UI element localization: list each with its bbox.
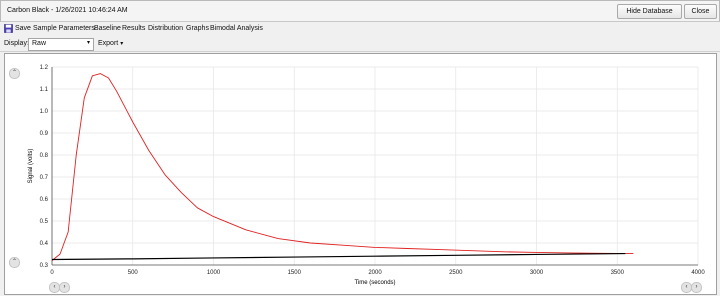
menu-save[interactable]: Save: [15, 25, 31, 32]
display-select-value: Raw: [32, 40, 47, 47]
menu-results[interactable]: Results: [122, 25, 145, 32]
menu-graphs[interactable]: Graphs: [186, 25, 209, 32]
menu-bar: Save Sample Parameters Baseline Results …: [0, 22, 720, 36]
x-tick-label: 1500: [288, 270, 302, 276]
y-tick-label: 1.1: [40, 87, 49, 93]
export-caret-icon: ▾: [120, 41, 124, 47]
chart-panel: 0 500 1000 1500 2000 2500 3000 3500 4000 0.3 0.4 0.…: [4, 53, 717, 295]
close-button[interactable]: Close: [684, 4, 717, 19]
chart-series: [51, 73, 634, 261]
x-axis-label: Time (seconds): [354, 280, 395, 286]
y-tick-label: 0.8: [40, 153, 49, 159]
y-tick-label: 1.0: [40, 109, 49, 115]
y-zoom-top-icon[interactable]: ⌃: [9, 68, 20, 79]
y-tick-label: 0.3: [40, 263, 49, 269]
export-menu[interactable]: Export ▾: [98, 40, 123, 47]
display-select[interactable]: Raw ▾: [28, 38, 94, 51]
y-tick-label: 0.4: [40, 241, 49, 247]
x-tick-label: 1000: [207, 270, 221, 276]
toolbar: Display: Raw ▾ Export ▾: [0, 37, 720, 52]
x-tick-label: 3000: [530, 270, 544, 276]
menu-baseline[interactable]: Baseline: [94, 25, 121, 32]
hide-database-button[interactable]: Hide Database: [617, 4, 682, 19]
series-line-1: [51, 252, 626, 261]
x-tick-label: 3500: [611, 270, 625, 276]
y-tick-label: 0.7: [40, 175, 49, 181]
chart-grid: [51, 66, 699, 266]
y-axis-label: Signal (volts): [28, 149, 34, 184]
series-line-0: [51, 73, 634, 261]
x-end-right-icon[interactable]: ›: [691, 282, 702, 293]
x-tick-label: 2500: [449, 270, 463, 276]
menu-distribution[interactable]: Distribution: [148, 25, 183, 32]
x-tick-label: 500: [128, 270, 139, 276]
y-zoom-bottom-icon[interactable]: ⌃: [9, 257, 20, 268]
dropdown-arrow-icon: ▾: [86, 40, 90, 46]
y-tick-label: 0.6: [40, 197, 49, 203]
x-tick-label: 0: [50, 270, 54, 276]
menu-sample-parameters[interactable]: Sample Parameters: [33, 25, 95, 32]
y-tick-label: 0.5: [40, 219, 49, 225]
x-scroll-right-icon[interactable]: ›: [59, 282, 70, 293]
x-tick-label: 2000: [368, 270, 382, 276]
x-tick-label: 4000: [691, 270, 705, 276]
save-icon[interactable]: [4, 24, 13, 33]
signal-chart: 0 500 1000 1500 2000 2500 3000 3500 4000 0.3 0.4 0.…: [28, 65, 706, 286]
display-label: Display:: [4, 40, 29, 47]
chart-tick-labels: 0 500 1000 1500 2000 2500 3000 3500 4000 0.3 0.4 0.…: [40, 65, 706, 276]
export-label: Export: [98, 40, 119, 47]
y-tick-label: 0.9: [40, 131, 49, 137]
y-tick-label: 1.2: [40, 65, 49, 71]
window-title: Carbon Black - 1/26/2021 10:46:24 AM: [7, 7, 128, 14]
menu-bimodal-analysis[interactable]: Bimodal Analysis: [210, 25, 263, 32]
window-titlebar: Carbon Black - 1/26/2021 10:46:24 AM Hid…: [0, 0, 720, 22]
